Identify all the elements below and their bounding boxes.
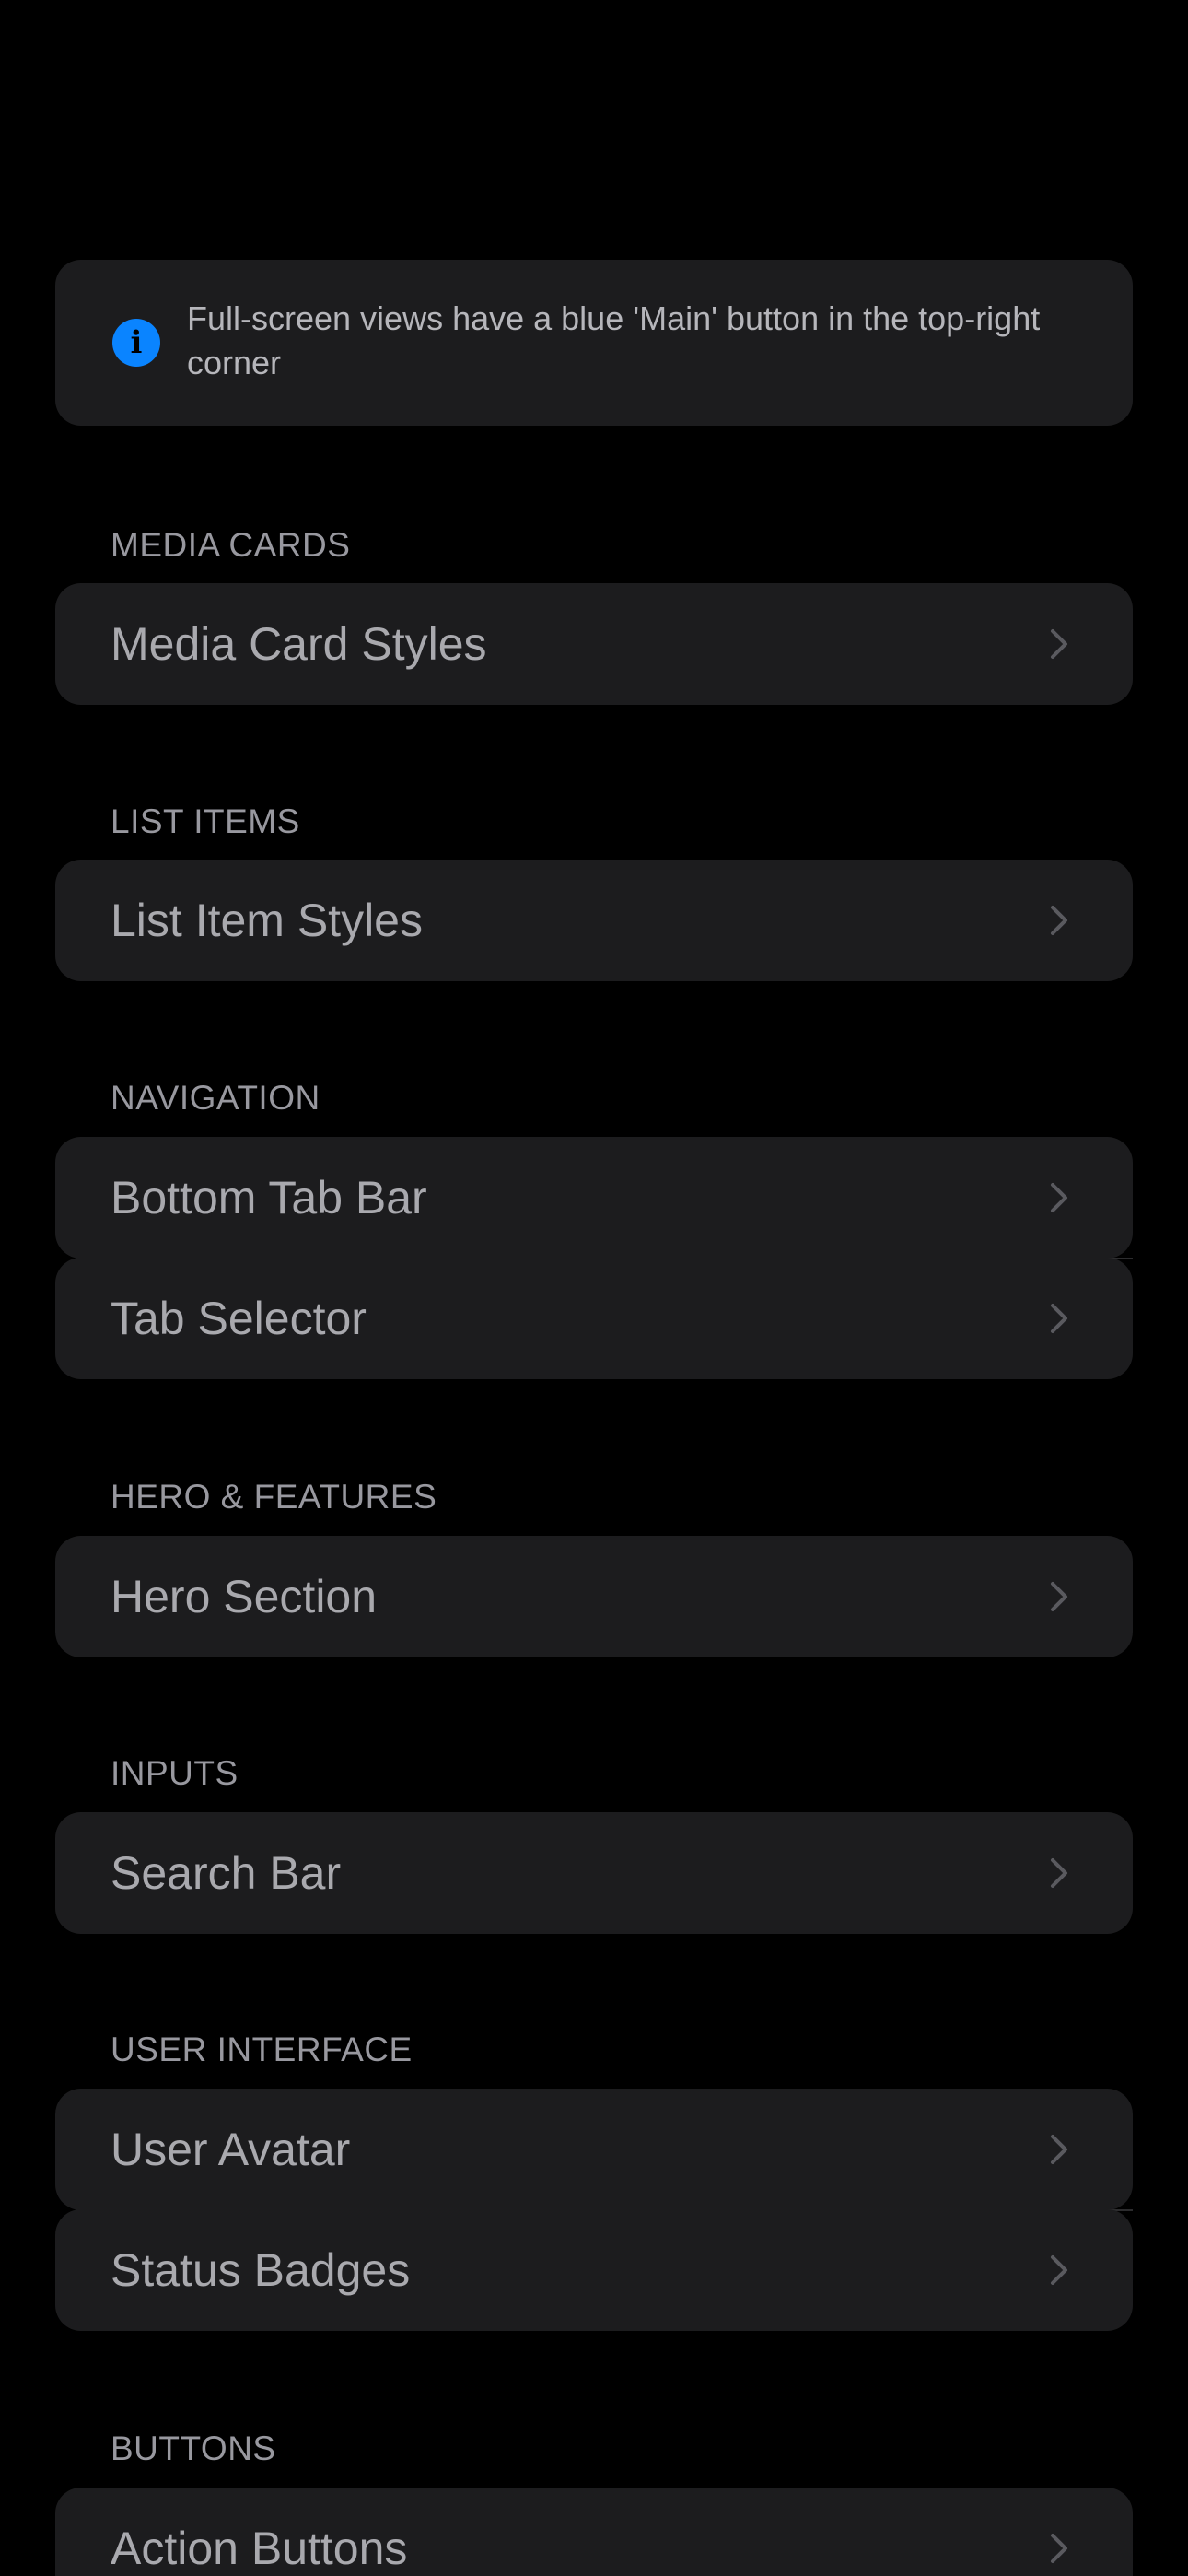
row-tab-selector[interactable]: Tab Selector	[55, 1258, 1133, 1379]
chevron-right-icon	[1051, 1304, 1067, 1333]
row-label: Search Bar	[111, 1847, 342, 1899]
row-label: Tab Selector	[111, 1293, 367, 1344]
chevron-right-icon	[1051, 906, 1067, 935]
row-hero-section[interactable]: Hero Section	[55, 1536, 1133, 1657]
row-label: Hero Section	[111, 1571, 378, 1622]
row-list-item-styles[interactable]: List Item Styles	[55, 860, 1133, 981]
row-status-badges[interactable]: Status Badges	[55, 2209, 1133, 2331]
chevron-right-icon	[1051, 2534, 1067, 2563]
chevron-right-icon	[1051, 2255, 1067, 2285]
row-media-card-styles[interactable]: Media Card Styles	[55, 583, 1133, 705]
row-user-avatar[interactable]: User Avatar	[55, 2089, 1133, 2210]
section-header-list-items: LIST ITEMS	[111, 802, 300, 840]
info-banner-text: Full-screen views have a blue 'Main' but…	[187, 299, 1041, 381]
section-header-navigation: NAVIGATION	[111, 1079, 320, 1117]
row-search-bar[interactable]: Search Bar	[55, 1812, 1133, 1934]
chevron-right-icon	[1051, 629, 1067, 659]
section-header-hero-features: HERO & FEATURES	[111, 1478, 437, 1516]
row-label: Action Buttons	[111, 2523, 408, 2574]
row-action-buttons[interactable]: Action Buttons	[55, 2488, 1133, 2576]
row-label: Bottom Tab Bar	[111, 1172, 427, 1224]
row-bottom-tab-bar[interactable]: Bottom Tab Bar	[55, 1137, 1133, 1259]
section-header-buttons: BUTTONS	[111, 2430, 276, 2467]
chevron-right-icon	[1051, 1183, 1067, 1212]
section-header-inputs: INPUTS	[111, 1754, 239, 1792]
screen: i Full-screen views have a blue 'Main' b…	[0, 0, 1188, 2576]
info-icon: i	[112, 319, 160, 367]
row-label: User Avatar	[111, 2124, 351, 2175]
chevron-right-icon	[1051, 1582, 1067, 1611]
chevron-right-icon	[1051, 2135, 1067, 2164]
section-header-media-cards: MEDIA CARDS	[111, 526, 351, 564]
row-label: Media Card Styles	[111, 618, 487, 670]
chevron-right-icon	[1051, 1858, 1067, 1888]
row-label: List Item Styles	[111, 895, 423, 946]
section-header-user-interface: USER INTERFACE	[111, 2031, 413, 2068]
row-label: Status Badges	[111, 2244, 411, 2296]
